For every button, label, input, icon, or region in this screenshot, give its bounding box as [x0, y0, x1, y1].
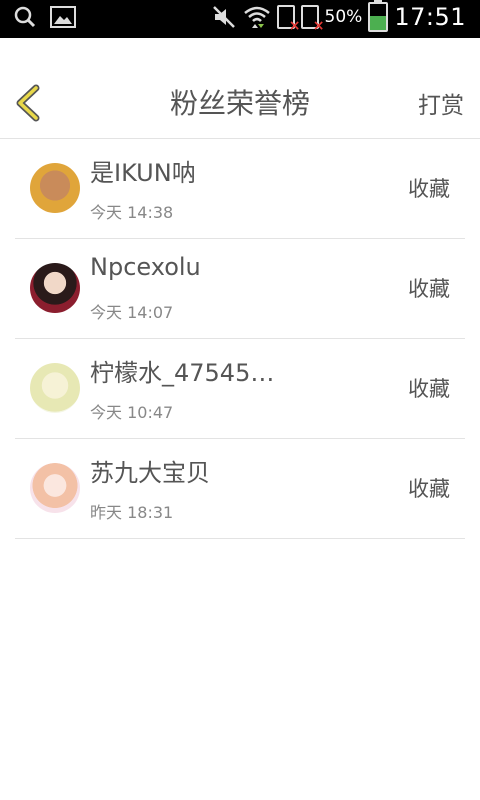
- fan-name: 苏九大宝贝: [90, 459, 210, 487]
- fan-time: 昨天 18:31: [90, 503, 174, 522]
- fan-time: 今天 14:38: [90, 203, 174, 222]
- avatar: [30, 463, 80, 513]
- status-left-icons: [14, 6, 76, 28]
- status-right-icons: × × 50% 17:51: [211, 0, 466, 34]
- favorite-button[interactable]: 收藏: [408, 173, 450, 203]
- battery-icon: [368, 0, 389, 32]
- nav-header: 粉丝荣誉榜 打赏: [0, 38, 480, 139]
- avatar: [30, 363, 80, 413]
- page-title: 粉丝荣誉榜: [169, 87, 310, 120]
- avatar: [30, 163, 80, 213]
- status-bar: × × 50% 17:51: [0, 0, 480, 38]
- favorite-button[interactable]: 收藏: [408, 473, 450, 503]
- battery-percent: 50%: [324, 7, 363, 27]
- list-item[interactable]: 苏九大宝贝 昨天 18:31 收藏: [0, 439, 480, 539]
- list-item[interactable]: Npcexolu 今天 14:07 收藏: [0, 239, 480, 339]
- fan-list: 是IKUN呐 今天 14:38 收藏 Npcexolu 今天 14:07 收藏 …: [0, 139, 480, 539]
- fan-name: 是IKUN呐: [90, 159, 196, 187]
- fan-time: 今天 14:07: [90, 303, 174, 322]
- favorite-button[interactable]: 收藏: [408, 373, 450, 403]
- mute-icon: [212, 6, 235, 28]
- search-icon: [14, 6, 36, 28]
- image-icon: [50, 6, 76, 28]
- sim2-icon: ×: [300, 5, 325, 34]
- reward-button[interactable]: 打赏: [418, 86, 464, 120]
- avatar: [30, 263, 80, 313]
- list-item[interactable]: 是IKUN呐 今天 14:38 收藏: [0, 139, 480, 239]
- clock: 17:51: [394, 3, 466, 31]
- fan-time: 今天 10:47: [90, 403, 174, 422]
- favorite-button[interactable]: 收藏: [408, 273, 450, 303]
- list-item[interactable]: 柠檬水_47545… 今天 10:47 收藏: [0, 339, 480, 439]
- wifi-icon: [243, 6, 270, 28]
- fan-name: 柠檬水_47545…: [90, 359, 275, 387]
- fan-name: Npcexolu: [90, 253, 201, 281]
- sim1-icon: ×: [276, 5, 301, 34]
